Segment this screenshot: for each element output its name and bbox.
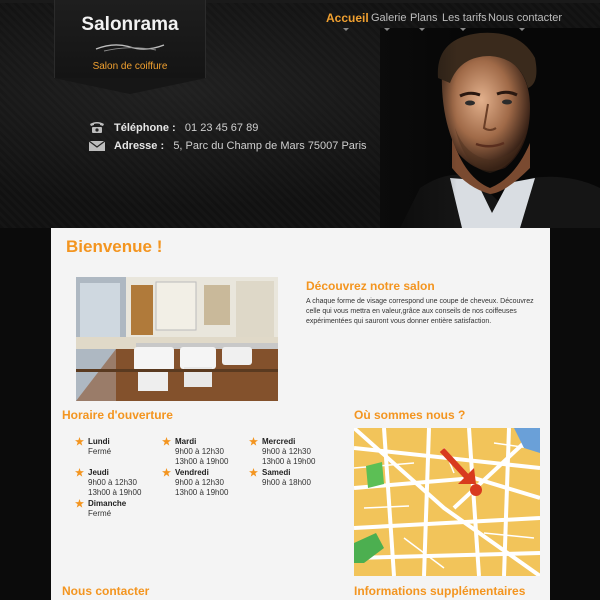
day-time: 9h00 à 12h30 [262, 447, 311, 456]
phone-value[interactable]: 01 23 45 67 89 [185, 122, 258, 134]
discover-heading: Découvrez notre salon [306, 279, 435, 293]
nav-item-plans[interactable]: Plans [410, 12, 438, 24]
day-label: Dimanche [88, 499, 127, 508]
nav-item-contact[interactable]: Nous contacter [488, 12, 562, 24]
envelope-icon [88, 140, 106, 151]
star-icon [162, 437, 171, 446]
day-time: Fermé [88, 447, 112, 456]
contact-heading: Nous contacter [62, 584, 150, 598]
hours-monday: Lundi Fermé [88, 437, 111, 457]
logo-ornament [95, 44, 165, 52]
header-portrait-photo [380, 28, 600, 228]
nav-item-tarifs[interactable]: Les tarifs [442, 12, 487, 24]
site-header: Salonrama Salon de coiffure Accueil Gale… [0, 0, 600, 228]
hours-thursday: Jeudi 9h00 à 12h30 13h00 à 19h00 [88, 468, 141, 498]
hours-sunday: Dimanche Fermé [88, 499, 126, 519]
location-map[interactable] [354, 428, 540, 576]
site-subtitle: Salon de coiffure [92, 61, 168, 72]
logo-box-point [54, 78, 206, 94]
day-label: Lundi [88, 437, 110, 446]
day-label: Mercredi [262, 437, 296, 446]
address-value: 5, Parc du Champ de Mars 75007 Paris [173, 140, 367, 152]
phone-label: Téléphone : [114, 122, 176, 134]
nav-tick [460, 28, 466, 31]
nav-tick [419, 28, 425, 31]
where-heading: Où sommes nous ? [354, 408, 466, 422]
day-time: 13h00 à 19h00 [175, 488, 229, 497]
phone-icon [90, 122, 104, 133]
day-label: Samedi [262, 468, 291, 477]
day-label: Mardi [175, 437, 197, 446]
discover-text: A chaque forme de visage correspond une … [306, 298, 534, 325]
phone-row: Téléphone : 01 23 45 67 89 [114, 122, 258, 134]
star-icon [75, 437, 84, 446]
extra-info-heading: Informations supplémentaires [354, 584, 526, 598]
address-row: Adresse : 5, Parc du Champ de Mars 75007… [114, 140, 367, 152]
hours-wednesday: Mercredi 9h00 à 12h30 13h00 à 19h00 [262, 437, 315, 467]
day-time: 13h00 à 19h00 [175, 457, 229, 466]
nav-item-accueil[interactable]: Accueil [326, 11, 369, 25]
nav-item-galerie[interactable]: Galerie [371, 12, 406, 24]
nav-tick [519, 28, 525, 31]
site-title[interactable]: Salonrama [54, 14, 206, 36]
star-icon [162, 468, 171, 477]
address-label: Adresse : [114, 140, 165, 152]
star-icon [249, 437, 258, 446]
day-time: 9h00 à 12h30 [88, 478, 137, 487]
day-label: Vendredi [175, 468, 209, 477]
day-time: 9h00 à 12h30 [175, 447, 224, 456]
welcome-heading: Bienvenue ! [66, 237, 163, 256]
day-time: Fermé [88, 509, 112, 518]
day-time: 13h00 à 19h00 [262, 457, 316, 466]
day-time: 9h00 à 18h00 [262, 478, 311, 487]
star-icon [75, 499, 84, 508]
hours-saturday: Samedi 9h00 à 18h00 [262, 468, 311, 488]
star-icon [75, 468, 84, 477]
hours-heading: Horaire d'ouverture [62, 408, 173, 422]
salon-interior-photo [76, 277, 278, 401]
nav-active-tick [343, 28, 349, 31]
hours-tuesday: Mardi 9h00 à 12h30 13h00 à 19h00 [175, 437, 228, 467]
hours-friday: Vendredi 9h00 à 12h30 13h00 à 19h00 [175, 468, 228, 498]
nav-tick [384, 28, 390, 31]
day-time: 13h00 à 19h00 [88, 488, 142, 497]
day-label: Jeudi [88, 468, 109, 477]
star-icon [249, 468, 258, 477]
day-time: 9h00 à 12h30 [175, 478, 224, 487]
